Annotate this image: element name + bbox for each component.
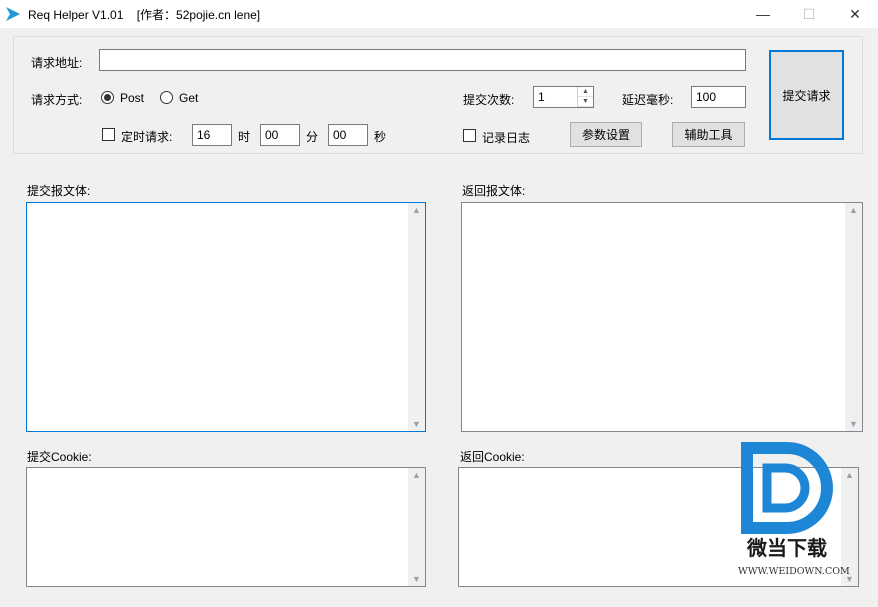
scroll-up-icon[interactable]: ▲	[412, 203, 421, 217]
scroll-up-icon[interactable]: ▲	[849, 203, 858, 217]
timed-request-label[interactable]: 定时请求:	[121, 128, 172, 145]
weidown-logo-icon: 微当下载 WWW.WEIDOWN.COM	[738, 442, 850, 577]
response-body-label: 返回报文体:	[462, 184, 526, 198]
second-input[interactable]: 00	[328, 124, 368, 146]
tools-button[interactable]: 辅助工具	[672, 122, 745, 147]
url-input[interactable]	[99, 49, 746, 71]
hour-value: 16	[197, 128, 211, 142]
delay-value: 100	[696, 90, 717, 104]
params-settings-button[interactable]: 参数设置	[570, 122, 642, 147]
minute-input[interactable]: 00	[260, 124, 300, 146]
url-label: 请求地址:	[31, 56, 83, 70]
response-body-textarea[interactable]: ▲ ▼	[461, 202, 863, 432]
method-post-label[interactable]: Post	[120, 91, 144, 105]
delay-label: 延迟毫秒:	[622, 93, 674, 107]
response-cookie-label: 返回Cookie:	[460, 450, 525, 464]
app-play-icon	[6, 7, 20, 21]
submit-cookie-scrollbar[interactable]: ▲ ▼	[408, 468, 425, 586]
submit-request-button[interactable]: 提交请求	[769, 50, 844, 140]
submit-body-label: 提交报文体:	[27, 184, 91, 198]
title-bar: Req Helper V1.01 [作者：52pojie.cn lene] — …	[0, 0, 878, 28]
count-spinner[interactable]: 1 ▲ ▼	[533, 86, 594, 108]
scroll-down-icon[interactable]: ▼	[849, 417, 858, 431]
watermark-url: WWW.WEIDOWN.COM	[738, 566, 850, 577]
log-checkbox[interactable]	[463, 129, 476, 142]
minute-value: 00	[265, 128, 279, 142]
spin-down-icon[interactable]: ▼	[578, 97, 593, 107]
spin-up-icon[interactable]: ▲	[578, 87, 593, 97]
scroll-up-icon[interactable]: ▲	[412, 468, 421, 482]
close-button[interactable]: ✕	[832, 0, 878, 28]
watermark-brand: 微当下载	[746, 536, 827, 560]
submit-cookie-textarea[interactable]: ▲ ▼	[26, 467, 426, 587]
delay-input[interactable]: 100	[691, 86, 746, 108]
hour-unit: 时	[238, 130, 251, 144]
scroll-down-icon[interactable]: ▼	[412, 572, 421, 586]
timed-request-checkbox[interactable]	[102, 128, 115, 141]
submit-body-scrollbar[interactable]: ▲ ▼	[408, 203, 425, 431]
count-value: 1	[538, 90, 545, 104]
second-unit: 秒	[374, 130, 387, 144]
count-label: 提交次数:	[463, 93, 515, 107]
method-label: 请求方式:	[31, 93, 83, 107]
log-label[interactable]: 记录日志	[482, 129, 530, 146]
minimize-button[interactable]: —	[740, 0, 786, 28]
maximize-button[interactable]: ☐	[786, 0, 832, 28]
method-get-label[interactable]: Get	[179, 91, 198, 105]
response-body-scrollbar[interactable]: ▲ ▼	[845, 203, 862, 431]
method-get-radio[interactable]	[160, 91, 173, 104]
minute-unit: 分	[306, 130, 319, 144]
second-value: 00	[333, 128, 347, 142]
hour-input[interactable]: 16	[192, 124, 232, 146]
weidown-watermark: 微当下载 WWW.WEIDOWN.COM	[735, 440, 850, 580]
scroll-down-icon[interactable]: ▼	[412, 417, 421, 431]
window-title: Req Helper V1.01 [作者：52pojie.cn lene]	[28, 8, 261, 22]
submit-cookie-label: 提交Cookie:	[27, 450, 92, 464]
method-post-radio[interactable]	[101, 91, 114, 104]
count-spin-arrows[interactable]: ▲ ▼	[577, 87, 593, 107]
submit-body-textarea[interactable]: ▲ ▼	[26, 202, 426, 432]
